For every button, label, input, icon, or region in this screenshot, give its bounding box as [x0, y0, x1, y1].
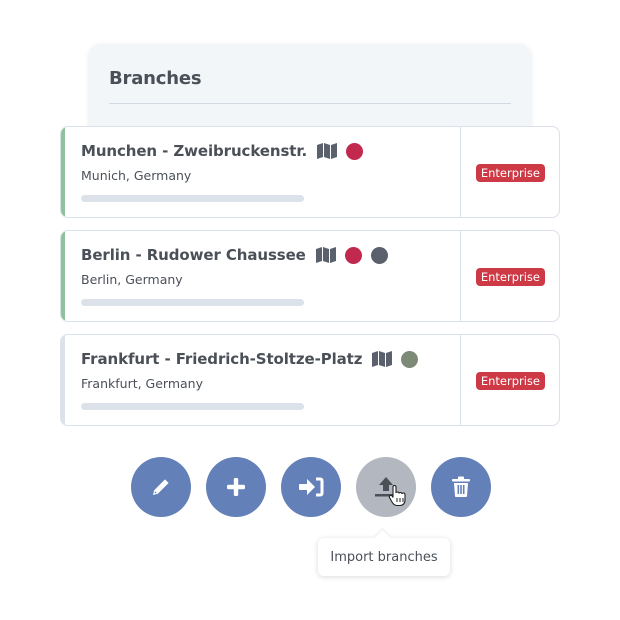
branch-location: Berlin, Germany	[81, 272, 183, 287]
plan-badge: Enterprise	[475, 372, 545, 390]
branch-location: Munich, Germany	[81, 168, 192, 183]
branch-info: Frankfurt - Friedrich-Stoltze-Platz Fran…	[61, 335, 461, 425]
branch-location: Frankfurt, Germany	[81, 376, 204, 391]
hand-cursor-icon	[388, 485, 406, 507]
status-dot	[401, 350, 419, 368]
sign-in-icon	[299, 477, 324, 497]
status-dot	[344, 246, 362, 264]
branch-card[interactable]: Munchen - Zweibruckenstr. Munich, German…	[60, 126, 560, 218]
pencil-icon	[153, 479, 169, 495]
tooltip: Import branches	[318, 538, 450, 576]
placeholder-bar	[81, 299, 304, 306]
map-icon[interactable]	[372, 351, 393, 367]
enter-branch-button[interactable]	[281, 457, 341, 517]
plus-icon	[227, 478, 245, 496]
branch-name-row: Berlin - Rudower Chaussee	[81, 246, 388, 264]
edit-button[interactable]	[131, 457, 191, 517]
divider	[109, 103, 511, 104]
branch-name: Berlin - Rudower Chaussee	[81, 246, 306, 264]
placeholder-bar	[81, 195, 304, 202]
trash-icon	[452, 476, 470, 497]
branch-name-row: Frankfurt - Friedrich-Stoltze-Platz	[81, 350, 419, 368]
branch-name: Munchen - Zweibruckenstr.	[81, 142, 308, 160]
plan-badge: Enterprise	[475, 268, 545, 286]
branch-info: Berlin - Rudower Chaussee Berlin, German…	[61, 231, 461, 321]
branch-name-row: Munchen - Zweibruckenstr.	[81, 142, 364, 160]
map-icon[interactable]	[317, 143, 338, 159]
branch-card[interactable]: Berlin - Rudower Chaussee Berlin, German…	[60, 230, 560, 322]
map-icon[interactable]	[315, 247, 336, 263]
branch-info: Munchen - Zweibruckenstr. Munich, German…	[61, 127, 461, 217]
add-button[interactable]	[206, 457, 266, 517]
status-dot	[346, 142, 364, 160]
action-bar	[131, 457, 491, 517]
tooltip-text: Import branches	[330, 549, 438, 565]
import-branches-button[interactable]	[356, 457, 416, 517]
placeholder-bar	[81, 403, 304, 410]
panel-title: Branches	[109, 68, 202, 89]
delete-button[interactable]	[431, 457, 491, 517]
plan-badge: Enterprise	[475, 164, 545, 182]
branch-name: Frankfurt - Friedrich-Stoltze-Platz	[81, 350, 363, 368]
status-dot	[370, 246, 388, 264]
branch-card[interactable]: Frankfurt - Friedrich-Stoltze-Platz Fran…	[60, 334, 560, 426]
